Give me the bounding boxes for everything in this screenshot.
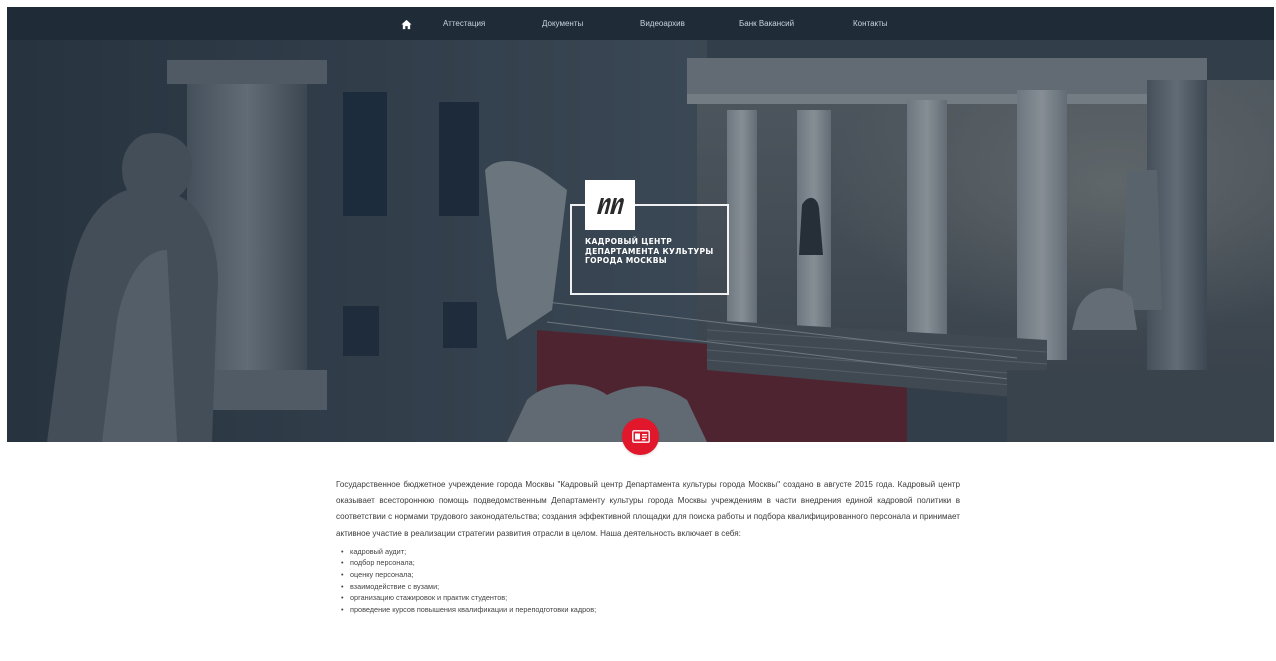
list-item: кадровый аудит; (336, 546, 960, 558)
page-frame: Аттестация Документы Видеоархив Банк Вак… (7, 7, 1274, 442)
list-item: оценку персонала; (336, 569, 960, 581)
list-item: взаимодействие с вузами; (336, 581, 960, 593)
logo-line: ГОРОДА МОСКВЫ (585, 256, 667, 265)
list-item: проведение курсов повышения квалификации… (336, 604, 960, 616)
id-card-icon (622, 418, 659, 455)
about-section: Государственное бюджетное учреждение гор… (336, 477, 960, 615)
logo-mark (585, 180, 635, 230)
logo-line: ДЕПАРТАМЕНТА КУЛЬТУРЫ (585, 246, 714, 256)
nav-item-contacts[interactable]: Контакты (853, 19, 888, 28)
list-item: организацию стажировок и практик студент… (336, 592, 960, 604)
nav-item-attestation[interactable]: Аттестация (443, 19, 485, 28)
activities-list: кадровый аудит; подбор персонала; оценку… (336, 546, 960, 616)
home-icon[interactable] (399, 17, 413, 31)
list-item: подбор персонала; (336, 557, 960, 569)
logo-line: КАДРОВЫЙ ЦЕНТР (585, 237, 673, 246)
nav-item-documents[interactable]: Документы (542, 19, 583, 28)
top-navbar: Аттестация Документы Видеоархив Банк Вак… (7, 7, 1274, 40)
nav-item-video-archive[interactable]: Видеоархив (640, 19, 685, 28)
about-intro: Государственное бюджетное учреждение гор… (336, 480, 960, 538)
logo-title: КАДРОВЫЙ ЦЕНТР ДЕПАРТАМЕНТА КУЛЬТУРЫ ГОР… (585, 237, 714, 266)
logo-monogram-icon (597, 198, 624, 214)
nav-item-vacancy-bank[interactable]: Банк Вакансий (739, 19, 794, 28)
hero-banner: КАДРОВЫЙ ЦЕНТР ДЕПАРТАМЕНТА КУЛЬТУРЫ ГОР… (7, 40, 1274, 442)
